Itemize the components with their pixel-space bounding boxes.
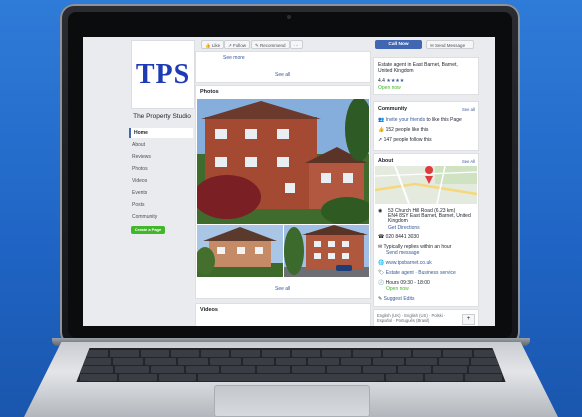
photos-title: Photos (200, 89, 219, 95)
recommend-button[interactable]: ✎ Recommend (251, 40, 290, 49)
website-link[interactable]: www.tpsbarnet.co.uk (386, 260, 432, 266)
see-all-link[interactable]: See all (275, 72, 290, 78)
nav-item-events[interactable]: Events (129, 188, 193, 198)
house-photo-left (197, 225, 283, 277)
community-title: Community (378, 106, 408, 112)
laptop-screen: TPS The Property Studio Home About Revie… (83, 37, 495, 326)
phone-row: ☎ 020 8441 3030 (378, 234, 419, 240)
phone-number[interactable]: 020 8441 3030 (386, 234, 419, 240)
add-language-button[interactable]: + (462, 314, 475, 325)
recommend-icon: ✎ (255, 43, 259, 48)
videos-card: Videos (195, 303, 371, 326)
videos-title: Videos (200, 307, 218, 313)
nav-item-posts[interactable]: Posts (129, 200, 193, 210)
building-photo (197, 99, 369, 224)
page-name[interactable]: The Property Studio (131, 113, 193, 120)
about-snippet-card: See more See all (195, 51, 371, 83)
recommend-label: Recommend (260, 43, 286, 48)
logo-text: TPS (135, 58, 191, 90)
about-see-all-link[interactable]: See All (462, 159, 475, 164)
nav-item-photos[interactable]: Photos (129, 164, 193, 174)
messenger-icon: ✉ (378, 244, 383, 250)
pencil-icon: ✎ (378, 296, 383, 302)
photo-bottom-left[interactable] (197, 225, 283, 277)
invite-row: 👥 Invite your friends to like this Page (378, 117, 462, 123)
call-now-button[interactable]: Call Now (375, 40, 422, 49)
follow-label: Follow (233, 43, 247, 48)
likes-count: 152 people like this (385, 127, 429, 133)
language-links[interactable]: English (UK) · English (US) · Polski · E… (377, 313, 459, 323)
laptop-keyboard (76, 348, 506, 382)
about-card: About See All 53 Church Hill Road (6.23 … (373, 153, 479, 307)
about-title: About (378, 158, 394, 164)
page-profile-picture[interactable]: TPS (131, 40, 195, 109)
website-row: 🌐 www.tpsbarnet.co.uk (378, 260, 432, 266)
photo-bottom-right[interactable] (284, 225, 369, 277)
suggest-edits-row: ✎ Suggest Edits (378, 296, 414, 302)
invite-icon: 👥 (378, 117, 385, 123)
like-button[interactable]: 👍 Like (201, 40, 225, 49)
see-all-photos-link[interactable]: See all (275, 286, 290, 292)
send-message-button[interactable]: ✉ Send Message (426, 40, 474, 49)
follows-row: ➚ 147 people follow this (378, 137, 432, 143)
laptop-trackpad (214, 385, 370, 417)
clock-icon: 🕘 (378, 280, 385, 286)
thumb-icon: 👍 (205, 43, 211, 48)
globe-icon: 🌐 (378, 260, 385, 266)
page-category: Estate agent in East Barnet, Barnet, Uni… (378, 62, 458, 74)
nav-item-reviews[interactable]: Reviews (129, 152, 193, 162)
create-page-button[interactable]: Create a Page (131, 226, 165, 234)
thumb-icon: 👍 (378, 127, 385, 133)
messenger-icon: ✉ (430, 43, 434, 48)
follow-icon: ➚ (378, 137, 383, 143)
tag-icon: 🏷 (378, 270, 385, 276)
photos-card: Photos See all (195, 85, 371, 299)
follow-icon: ↗ (228, 43, 232, 48)
hours-status: Open now (386, 286, 409, 292)
like-label: Like (211, 43, 221, 48)
more-button[interactable]: ··· (290, 40, 303, 49)
follow-button[interactable]: ↗ Follow (224, 40, 251, 49)
reply-row: ✉ Typically replies within an hour Send … (378, 244, 451, 256)
hours-row: 🕘 Hours 09:30 - 18:00 Open now (378, 280, 430, 292)
location-map[interactable] (375, 166, 477, 204)
page-info-card: Estate agent in East Barnet, Barnet, Uni… (373, 57, 479, 95)
rating-row: 4.4 ★★★★ (378, 78, 404, 84)
see-more-link[interactable]: See more (223, 55, 245, 61)
address-row: 53 Church Hill Road (6.23 km) EN4 8SY Ea… (378, 208, 474, 231)
nav-item-home[interactable]: Home (129, 128, 193, 138)
nav-item-about[interactable]: About (129, 140, 193, 150)
invite-friends-link[interactable]: Invite your friends (386, 117, 425, 123)
nav-item-community[interactable]: Community (129, 212, 193, 222)
community-see-all-link[interactable]: See all (462, 107, 475, 112)
open-now-status: Open now (378, 85, 401, 91)
phone-icon: ☎ (378, 234, 385, 240)
map-image (375, 166, 477, 204)
send-message-link[interactable]: Send message (378, 250, 451, 256)
flats-photo-right (284, 225, 369, 277)
community-card: Community See all 👥 Invite your friends … (373, 101, 479, 151)
camera-icon (287, 15, 291, 19)
suggest-edits-link[interactable]: Suggest Edits (384, 296, 415, 302)
category-row: 🏷 Estate agent · Business service (378, 270, 456, 276)
rating-stars: ★★★★ (386, 78, 405, 84)
likes-row: 👍 152 people like this (378, 127, 428, 133)
address-line-2: EN4 8SY East Barnet, Barnet, United King… (388, 213, 471, 225)
invite-suffix: to like this Page (425, 117, 462, 123)
rating-value: 4.4 (378, 78, 385, 84)
nav-item-videos[interactable]: Videos (129, 176, 193, 186)
categories-link[interactable]: Estate agent · Business service (386, 270, 456, 276)
get-directions-link[interactable]: Get Directions (378, 225, 474, 231)
follows-count: 147 people follow this (383, 137, 432, 143)
send-message-label: Send Message (435, 43, 466, 48)
language-card: English (UK) · English (US) · Polski · E… (373, 309, 479, 326)
photo-main[interactable] (197, 99, 369, 224)
location-icon: ◉ (378, 208, 383, 214)
